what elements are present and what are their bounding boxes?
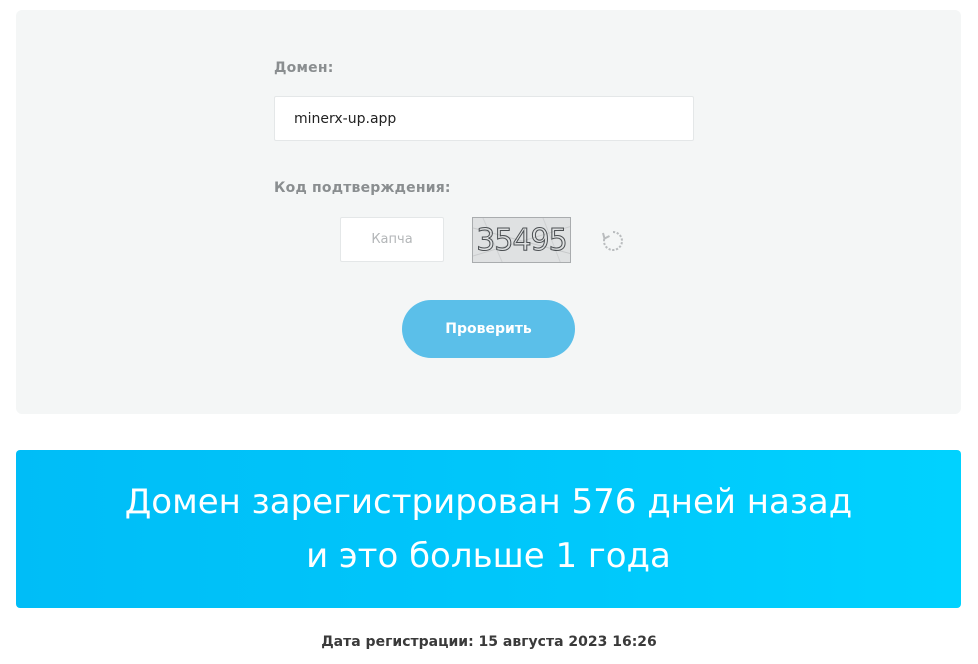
captcha-input[interactable]: [340, 217, 444, 262]
captcha-image: 35495: [472, 217, 571, 263]
captcha-label: Код подтверждения:: [274, 180, 451, 196]
refresh-icon[interactable]: [600, 228, 626, 254]
registration-date: Дата регистрации: 15 августа 2023 16:26: [321, 634, 657, 650]
result-banner: Домен зарегистрирован 576 дней назад и э…: [16, 450, 961, 608]
result-line-summary: и это больше 1 года: [306, 536, 671, 576]
domain-label: Домен:: [274, 60, 334, 76]
check-button[interactable]: Проверить: [402, 300, 575, 358]
captcha-code: 35495: [476, 222, 568, 258]
domain-check-form: Домен: Код подтверждения: 35495 Проверит…: [16, 10, 961, 414]
result-line-age: Домен зарегистрирован 576 дней назад: [124, 482, 853, 522]
domain-input[interactable]: [274, 96, 694, 141]
